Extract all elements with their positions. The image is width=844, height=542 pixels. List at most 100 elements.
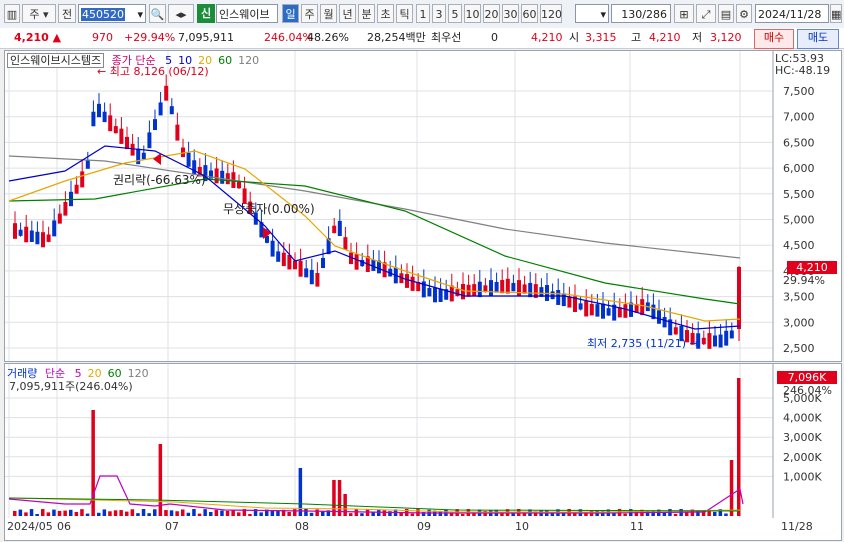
save-icon[interactable]: ▤ <box>718 4 734 23</box>
low-label: 저 <box>692 31 703 44</box>
volume-bar-38 <box>225 510 230 516</box>
interval-button-5[interactable]: 5 <box>448 4 462 23</box>
period-tab-2[interactable]: 월 <box>320 4 337 23</box>
candle-body-128 <box>729 330 734 339</box>
candle-body-0 <box>13 223 17 239</box>
candle-body-23 <box>141 152 146 160</box>
candle-body-109 <box>623 304 628 318</box>
candle-body-98 <box>561 293 566 307</box>
candle-body-85 <box>489 280 493 296</box>
volume-bar-4 <box>35 513 39 516</box>
volume-bar-22 <box>136 513 140 516</box>
current-price-value: 4,210 <box>14 31 49 44</box>
volume-bar-36 <box>214 509 219 516</box>
market-select[interactable]: 주 ▾ <box>22 4 56 23</box>
rights-marker-icon <box>153 153 161 165</box>
zoom-icon[interactable]: ⤢ <box>696 4 716 23</box>
volume-chart-panel[interactable]: 5,000K 4,000K 3,000K 2,000K 1,000K 거래량 단순 52… <box>4 363 842 519</box>
x-axis-label-1: 06 <box>57 520 71 533</box>
volume-bar-54 <box>315 509 319 516</box>
interval-button-1[interactable]: 1 <box>416 4 430 23</box>
interval-button-60[interactable]: 60 <box>521 4 538 23</box>
count-input[interactable]: 130/286 <box>611 4 671 23</box>
volume-bar-27 <box>164 510 168 516</box>
rights-annotation: 권리락(-66.63%) <box>113 173 206 187</box>
trade-amount: 28,254백만 <box>367 31 426 44</box>
interval-dropdown-icon[interactable]: ▾ <box>600 5 606 24</box>
diff-value: 0 <box>491 31 498 44</box>
volume-bar-5 <box>41 509 45 516</box>
interval-button-20[interactable]: 20 <box>483 4 500 23</box>
interval-button-120[interactable]: 120 <box>540 4 562 23</box>
candle-body-20 <box>125 136 129 150</box>
candle-body-14 <box>91 111 96 127</box>
volume-bar-49 <box>287 511 291 516</box>
period-tab-5[interactable]: 초 <box>377 4 394 23</box>
candle-body-96 <box>550 291 555 300</box>
toolbar: ▥ 주 ▾ 전 450520 ▾ 🔍 ◂▸ 신 인스웨이브 일주월년분초틱 13… <box>0 0 844 29</box>
candle-body-21 <box>130 143 135 156</box>
high-label: 고 <box>631 31 642 44</box>
volume-value: 7,095,911 <box>178 31 234 44</box>
calendar-icon[interactable]: ▦ <box>830 4 842 23</box>
volume-bar-28 <box>169 510 174 516</box>
period-tab-0[interactable]: 일 <box>282 4 299 23</box>
chart-type-icon[interactable]: ▥ <box>4 4 20 23</box>
candle-body-61 <box>354 254 359 270</box>
candle-body-31 <box>186 152 191 167</box>
free-issue-annotation: 무상증자(0.00%) <box>223 202 315 216</box>
interval-input[interactable]: ▾ <box>575 4 609 23</box>
period-tab-4[interactable]: 분 <box>358 4 375 23</box>
candle-body-2 <box>24 226 29 243</box>
volume-value-line: 7,095,911주(246.04%) <box>9 380 133 393</box>
buy-button[interactable]: 매수 <box>754 29 794 49</box>
interval-button-3[interactable]: 3 <box>432 4 446 23</box>
candle-body-54 <box>315 272 320 287</box>
price-ma-60: 60 <box>218 54 233 67</box>
grid-icon[interactable]: ⊞ <box>674 4 694 23</box>
stock-code-input[interactable]: 450520 ▾ <box>78 4 146 23</box>
volume-bar-15 <box>97 512 101 516</box>
prev-next-icon[interactable]: ◂▸ <box>168 4 194 23</box>
period-tab-6[interactable]: 틱 <box>396 4 413 23</box>
period-tab-3[interactable]: 년 <box>339 4 356 23</box>
candle-body-3 <box>29 230 34 242</box>
gear-icon[interactable]: ⚙ <box>736 4 752 23</box>
date-field[interactable]: 2024/11/28 <box>755 4 829 23</box>
candle-body-53 <box>309 269 314 285</box>
sell-button[interactable]: 매도 <box>797 29 839 49</box>
volume-bar-8 <box>57 510 62 516</box>
interval-button-30[interactable]: 30 <box>502 4 519 23</box>
volume-bar-62 <box>360 513 364 516</box>
candle-body-105 <box>601 303 605 319</box>
price-y-tick-5: 5,000 <box>783 214 815 227</box>
volume-bar-128 <box>729 460 734 516</box>
volume-bar-47 <box>276 510 280 516</box>
scope-button[interactable]: 전 <box>58 4 76 23</box>
search-icon[interactable]: 🔍 <box>149 4 166 23</box>
candle-body-26 <box>158 102 163 116</box>
volume-bar-58 <box>337 480 342 516</box>
stock-name: 인스웨이브 <box>216 4 278 23</box>
volume-bar-127 <box>724 513 728 516</box>
low-price: 3,120 <box>710 31 742 44</box>
volume-bar-100 <box>573 513 577 516</box>
candle-body-80 <box>461 283 465 300</box>
price-chart: 7,5007,0006,5006,0005,5005,0004,5004,000… <box>5 51 815 361</box>
x-axis-label-2: 07 <box>165 520 179 533</box>
volume-bar-61 <box>354 509 359 516</box>
candle-body-112 <box>640 299 645 316</box>
volume-bar-37 <box>220 510 224 516</box>
interval-button-10[interactable]: 10 <box>464 4 481 23</box>
candle-body-27 <box>164 85 169 101</box>
candle-body-87 <box>500 280 505 294</box>
candle-body-12 <box>80 171 85 188</box>
period-tab-1[interactable]: 주 <box>301 4 318 23</box>
volume-bar-59 <box>343 494 347 516</box>
price-chart-panel[interactable]: 7,5007,0006,5006,0005,5005,0004,5004,000… <box>4 50 842 362</box>
dropdown-icon[interactable]: ▾ <box>137 5 143 24</box>
candle-body-104 <box>595 304 600 317</box>
candle-body-22 <box>136 148 141 165</box>
candle-body-103 <box>589 303 594 316</box>
volume-bar-44 <box>259 512 263 516</box>
